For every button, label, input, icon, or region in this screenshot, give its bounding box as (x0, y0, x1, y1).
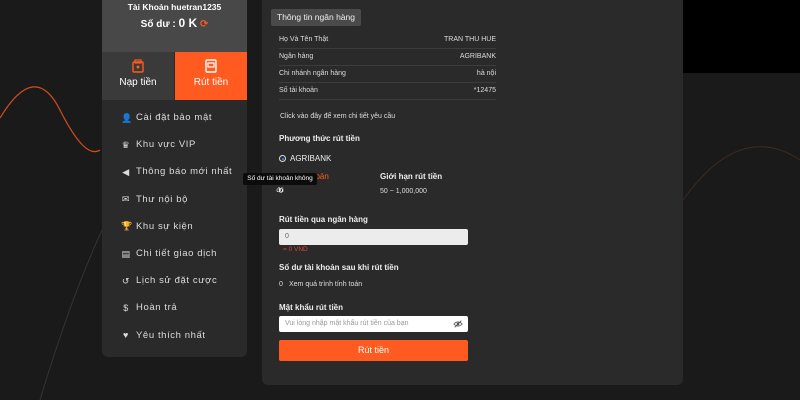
limit-heading: Giới hạn rút tiền (380, 172, 443, 181)
tab-withdraw[interactable]: Rút tiền (175, 52, 247, 100)
radio-selected-icon (279, 155, 286, 162)
sidebar-item-notifications[interactable]: ◀ Thông báo mới nhất (102, 158, 247, 185)
sidebar-item-vip[interactable]: ♛ Khu vực VIP (102, 131, 247, 158)
atm-icon (205, 59, 217, 73)
password-placeholder: Vui lòng nhập mật khẩu rút tiền của bạn (285, 320, 409, 327)
withdraw-panel: Thông tin ngân hàng Họ Và Tên Thật TRAN … (262, 0, 683, 385)
heart-icon: ♥ (123, 330, 129, 341)
divider (279, 65, 496, 66)
megaphone-icon: ◀ (122, 166, 130, 177)
sidebar-item-security[interactable]: 👤 Cài đặt bảo mật (102, 104, 247, 131)
trophy-icon: 🏆 (121, 221, 133, 232)
password-heading: Mật khẩu rút tiền (279, 303, 344, 312)
divider (279, 99, 496, 100)
divider (279, 48, 496, 49)
account-sidebar: Tài Khoản huetran1235 Số dư : 0 K ⟳ Nạp … (102, 0, 247, 357)
crown-icon: ♛ (121, 139, 131, 150)
bank-row-name: Họ Và Tên Thật TRAN THU HUE (279, 36, 496, 43)
tab-bank-info[interactable]: Thông tin ngân hàng (271, 9, 361, 26)
after-balance-heading: Số dư tài khoản sau khi rút tiền (279, 263, 399, 272)
insufficient-balance-tooltip: Số dư tài khoản không đủ (243, 173, 317, 194)
bank-row-account-number: Số tài khoản *12475 (279, 87, 496, 94)
amount-hint: = 0 VND (283, 246, 308, 253)
tab-deposit-label: Nạp tiền (119, 77, 157, 88)
amount-heading: Rút tiền qua ngân hàng (279, 215, 368, 224)
tab-deposit[interactable]: Nạp tiền (102, 52, 174, 100)
sidebar-item-rebate[interactable]: $ Hoàn trả (102, 294, 247, 321)
mail-icon: ✉ (121, 194, 131, 205)
balance-value: 0 K (178, 16, 198, 30)
method-heading: Phương thức rút tiền (279, 134, 360, 143)
sidebar-menu: 👤 Cài đặt bảo mật ♛ Khu vực VIP ◀ Thông báo… (102, 104, 247, 349)
sidebar-item-favorites[interactable]: ♥ Yêu thích nhất (102, 322, 247, 349)
sidebar-item-transactions[interactable]: ▤ Chi tiết giao dịch (102, 240, 247, 267)
dollar-circle-icon: $ (123, 302, 129, 313)
sidebar-item-inbox[interactable]: ✉ Thư nội bộ (102, 186, 247, 213)
account-balance: Số dư : 0 K ⟳ (102, 16, 247, 30)
history-icon: ↺ (121, 275, 131, 286)
method-option-agribank[interactable]: AGRIBANK (279, 154, 331, 163)
sidebar-item-bet-history[interactable]: ↺ Lịch sử đặt cược (102, 267, 247, 294)
account-username: Tài Khoản huetran1235 (127, 2, 222, 12)
user-lock-icon: 👤 (121, 112, 133, 123)
after-balance-value: 0 (279, 281, 283, 288)
wallet-icon (132, 59, 144, 73)
withdraw-submit-button[interactable]: Rút tiền (279, 340, 468, 361)
clipboard-icon: ▤ (121, 248, 131, 259)
account-summary: Tài Khoản huetran1235 Số dư : 0 K ⟳ (102, 0, 247, 52)
calculation-link[interactable]: Xem quá trình tính toán (289, 281, 362, 288)
bank-row-branch: Chi nhánh ngân hàng hà nội (279, 70, 496, 77)
limit-value: 50 ~ 1,000,000 (380, 188, 427, 195)
amount-input[interactable]: 0 (279, 229, 468, 245)
eye-slash-icon[interactable] (453, 319, 463, 329)
sidebar-item-events[interactable]: 🏆 Khu sự kiện (102, 213, 247, 240)
tab-withdraw-label: Rút tiền (193, 77, 229, 88)
password-input[interactable]: Vui lòng nhập mật khẩu rút tiền của bạn (279, 316, 468, 332)
wallet-tabs: Nạp tiền Rút tiền (102, 52, 247, 100)
bank-row-bank: Ngân hàng AGRIBANK (279, 53, 496, 60)
refresh-icon[interactable]: ⟳ (200, 19, 208, 30)
view-details-link[interactable]: Click vào đây để xem chi tiết yêu cầu (280, 113, 395, 120)
balance-label: Số dư : (140, 19, 176, 30)
divider (279, 82, 496, 83)
